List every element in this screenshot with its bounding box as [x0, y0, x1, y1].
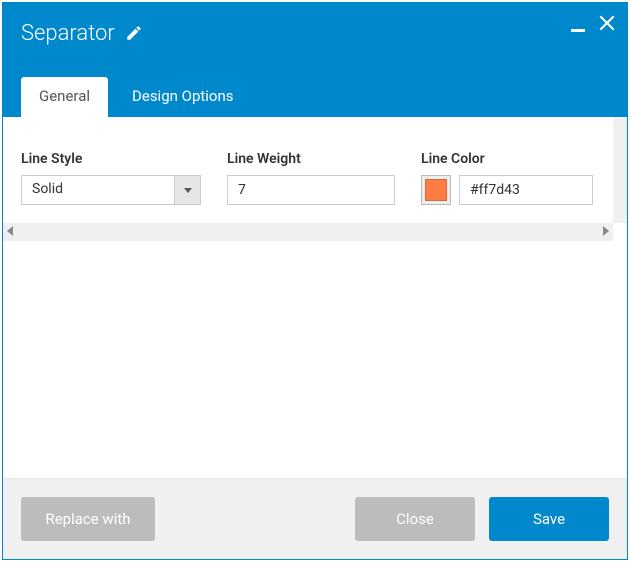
tab-bar: General Design Options: [3, 63, 627, 117]
close-button[interactable]: Close: [355, 497, 475, 541]
save-button[interactable]: Save: [489, 497, 609, 541]
line-weight-label: Line Weight: [227, 151, 395, 167]
line-color-input[interactable]: [459, 175, 593, 205]
dialog-window: Separator General Design Options Line St…: [2, 2, 628, 560]
tab-general[interactable]: General: [21, 77, 108, 117]
content-area: Line Style Solid Line Weight Line Color: [3, 117, 627, 478]
close-icon[interactable]: [597, 13, 617, 33]
line-style-select[interactable]: Solid: [21, 175, 201, 205]
empty-area: [3, 241, 627, 478]
field-line-weight: Line Weight: [227, 151, 395, 205]
line-style-value: Solid: [22, 176, 174, 204]
dialog-title: Separator: [21, 21, 115, 46]
horizontal-scrollbar[interactable]: [3, 223, 613, 241]
window-controls: [571, 13, 617, 33]
dialog-footer: Replace with Close Save: [3, 478, 627, 559]
scroll-left-icon[interactable]: [7, 226, 13, 236]
field-line-color: Line Color: [421, 151, 593, 205]
chevron-down-icon[interactable]: [174, 176, 200, 204]
replace-with-button[interactable]: Replace with: [21, 497, 155, 541]
tab-design-options[interactable]: Design Options: [114, 77, 252, 117]
titlebar: Separator: [3, 3, 627, 63]
footer-spacer: [169, 497, 341, 541]
color-swatch-inner: [425, 179, 447, 201]
pencil-icon[interactable]: [125, 24, 143, 42]
color-swatch[interactable]: [421, 175, 451, 205]
line-style-label: Line Style: [21, 151, 201, 167]
scroll-right-icon[interactable]: [603, 226, 609, 236]
line-weight-input[interactable]: [227, 175, 395, 205]
line-color-label: Line Color: [421, 151, 593, 167]
minimize-icon[interactable]: [571, 29, 585, 32]
field-line-style: Line Style Solid: [21, 151, 201, 205]
color-input-group: [421, 175, 593, 205]
form-row: Line Style Solid Line Weight Line Color: [3, 117, 627, 223]
